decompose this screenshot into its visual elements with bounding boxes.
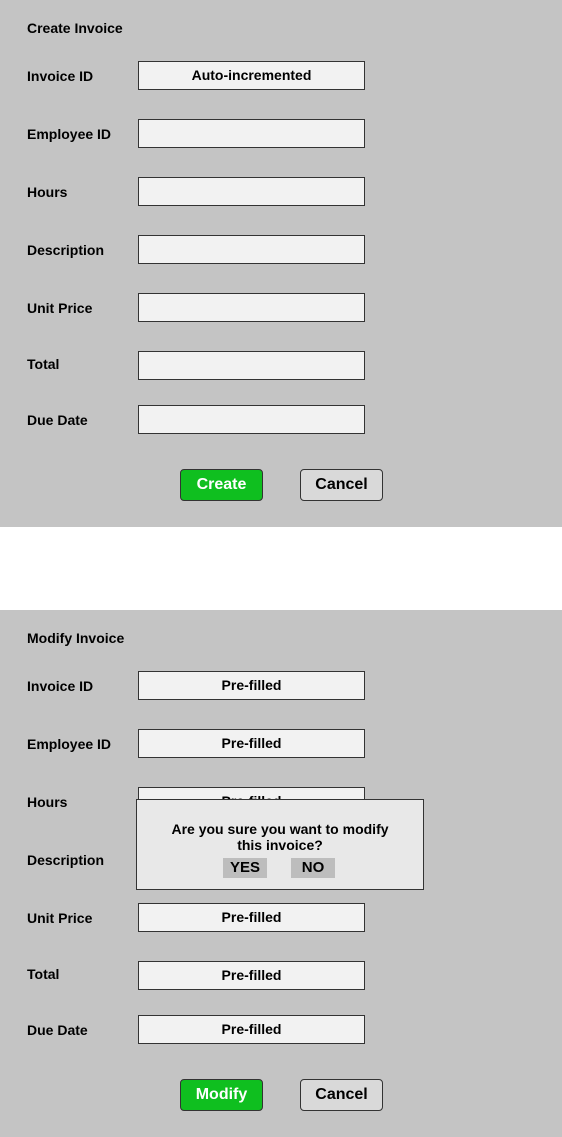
modify-invoice-form: Modify Invoice Invoice ID Pre-filled Emp… bbox=[0, 610, 562, 1137]
description-label: Description bbox=[27, 242, 105, 258]
modify-button[interactable]: Modify bbox=[180, 1079, 263, 1111]
due-date-label: Due Date bbox=[27, 1022, 88, 1038]
confirm-modify-dialog: Are you sure you want to modify this inv… bbox=[136, 799, 424, 890]
total-label: Total bbox=[27, 966, 60, 982]
confirm-message: Are you sure you want to modify this inv… bbox=[137, 821, 423, 853]
due-date-input[interactable]: Pre-filled bbox=[138, 1015, 365, 1044]
hours-label: Hours bbox=[27, 184, 68, 200]
due-date-label: Due Date bbox=[27, 412, 88, 428]
unit-price-input[interactable] bbox=[138, 293, 365, 322]
unit-price-label: Unit Price bbox=[27, 300, 93, 316]
total-input[interactable] bbox=[138, 351, 365, 380]
employee-id-input[interactable]: Pre-filled bbox=[138, 729, 365, 758]
description-label: Description bbox=[27, 852, 105, 868]
unit-price-label: Unit Price bbox=[27, 910, 93, 926]
create-invoice-form: Create Invoice Invoice ID Auto-increment… bbox=[0, 0, 562, 527]
create-form-title: Create Invoice bbox=[27, 20, 123, 36]
invoice-id-label: Invoice ID bbox=[27, 68, 94, 84]
employee-id-label: Employee ID bbox=[27, 736, 112, 752]
confirm-no-button[interactable]: NO bbox=[291, 858, 335, 878]
modify-cancel-button[interactable]: Cancel bbox=[300, 1079, 383, 1111]
confirm-message-line-2: this invoice? bbox=[237, 837, 323, 853]
invoice-id-field: Pre-filled bbox=[138, 671, 365, 700]
modify-form-title: Modify Invoice bbox=[27, 630, 125, 646]
create-cancel-button[interactable]: Cancel bbox=[300, 469, 383, 501]
confirm-message-line-1: Are you sure you want to modify bbox=[171, 821, 389, 837]
employee-id-input[interactable] bbox=[138, 119, 365, 148]
invoice-id-label: Invoice ID bbox=[27, 678, 94, 694]
total-label: Total bbox=[27, 356, 60, 372]
confirm-yes-button[interactable]: YES bbox=[223, 858, 267, 878]
hours-input[interactable] bbox=[138, 177, 365, 206]
due-date-input[interactable] bbox=[138, 405, 365, 434]
employee-id-label: Employee ID bbox=[27, 126, 112, 142]
description-input[interactable] bbox=[138, 235, 365, 264]
invoice-id-field: Auto-incremented bbox=[138, 61, 365, 90]
hours-label: Hours bbox=[27, 794, 68, 810]
create-button[interactable]: Create bbox=[180, 469, 263, 501]
unit-price-input[interactable]: Pre-filled bbox=[138, 903, 365, 932]
total-input[interactable]: Pre-filled bbox=[138, 961, 365, 990]
